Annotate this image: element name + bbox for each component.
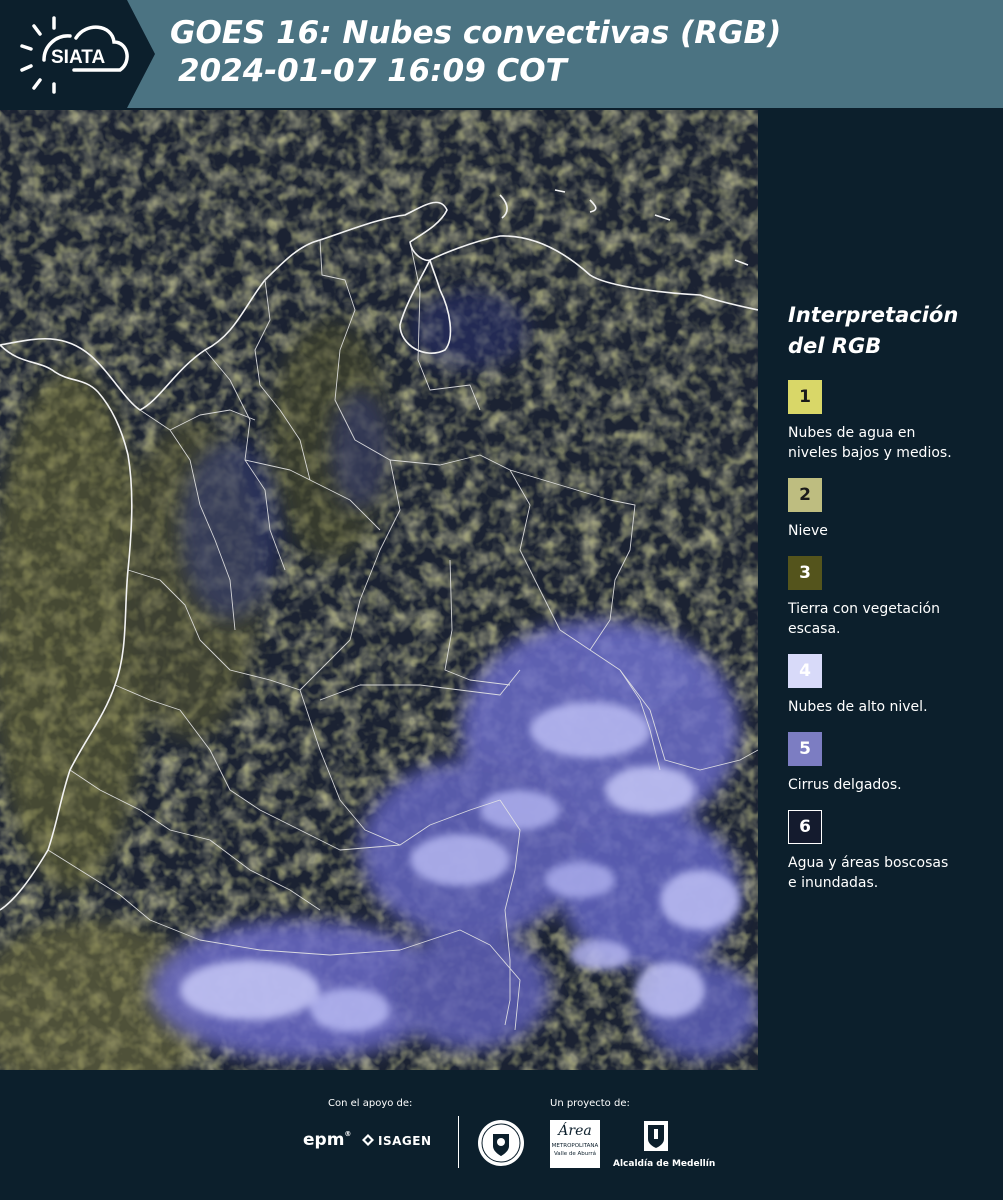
epm-logo-text: epm bbox=[303, 1130, 345, 1150]
legend-label-5-line-1: Cirrus delgados. bbox=[788, 777, 902, 793]
legend-label-3-line-1: Tierra con vegetación bbox=[788, 601, 940, 617]
legend-item-1: 1 Nubes de agua en niveles bajos y medio… bbox=[788, 380, 988, 463]
legend: Interpretación del RGB 1 Nubes de agua e… bbox=[788, 300, 988, 908]
legend-swatch-3: 3 bbox=[788, 556, 822, 590]
legend-number-4: 4 bbox=[799, 661, 811, 681]
legend-label-2-line-1: Nieve bbox=[788, 523, 828, 539]
legend-number-1: 1 bbox=[799, 387, 811, 407]
footer-divider bbox=[458, 1116, 459, 1168]
project-label: Un proyecto de: bbox=[550, 1098, 630, 1109]
legend-swatch-6: 6 bbox=[788, 810, 822, 844]
legend-item-2: 2 Nieve bbox=[788, 478, 988, 541]
siata-logo: SIATA bbox=[20, 16, 129, 94]
legend-swatch-4: 4 bbox=[788, 654, 822, 688]
legend-swatch-1: 1 bbox=[788, 380, 822, 414]
legend-title-line-1: Interpretación bbox=[788, 303, 959, 327]
legend-item-3: 3 Tierra con vegetación escasa. bbox=[788, 556, 988, 639]
legend-label-1-line-2: niveles bajos y medios. bbox=[788, 445, 952, 461]
legend-label-4: Nubes de alto nivel. bbox=[788, 697, 988, 717]
support-label: Con el apoyo de: bbox=[328, 1098, 413, 1109]
area-metropolitana-logo-title: Área bbox=[558, 1123, 592, 1139]
isagen-logo: ISAGEN bbox=[360, 1133, 431, 1148]
legend-swatch-2: 2 bbox=[788, 478, 822, 512]
legend-label-6: Agua y áreas boscosas e inundadas. bbox=[788, 853, 988, 893]
medellin-seal bbox=[478, 1120, 524, 1166]
legend-label-4-line-1: Nubes de alto nivel. bbox=[788, 699, 928, 715]
area-metropolitana-logo: Área METROPOLITANA Valle de Aburrá bbox=[550, 1120, 600, 1168]
legend-swatch-5: 5 bbox=[788, 732, 822, 766]
isagen-logo-text: ISAGEN bbox=[378, 1134, 432, 1148]
legend-label-6-line-1: Agua y áreas boscosas bbox=[788, 855, 949, 871]
page-title: GOES 16: Nubes convectivas (RGB) 2024-01… bbox=[170, 14, 781, 90]
legend-number-5: 5 bbox=[799, 739, 811, 759]
footer: Con el apoyo de: Un proyecto de: epm® IS… bbox=[0, 1070, 1003, 1200]
area-metropolitana-logo-line-2: METROPOLITANA bbox=[551, 1143, 599, 1149]
legend-item-5: 5 Cirrus delgados. bbox=[788, 732, 988, 795]
legend-label-6-line-2: e inundadas. bbox=[788, 875, 879, 891]
legend-title: Interpretación del RGB bbox=[788, 300, 988, 362]
legend-label-1: Nubes de agua en niveles bajos y medios. bbox=[788, 423, 988, 463]
isagen-icon bbox=[362, 1134, 374, 1146]
title-line-2: 2024-01-07 16:09 COT bbox=[178, 53, 567, 89]
title-line-1: GOES 16: Nubes convectivas (RGB) bbox=[170, 15, 782, 51]
alcaldia-shield-icon bbox=[644, 1121, 668, 1151]
area-metropolitana-logo-line-3: Valle de Aburrá bbox=[553, 1151, 597, 1157]
legend-label-5: Cirrus delgados. bbox=[788, 775, 988, 795]
legend-item-6: 6 Agua y áreas boscosas e inundadas. bbox=[788, 810, 988, 893]
epm-logo: epm® bbox=[303, 1130, 352, 1150]
satellite-image bbox=[0, 110, 758, 1070]
legend-number-6: 6 bbox=[799, 817, 811, 837]
siata-logo-text: SIATA bbox=[51, 47, 105, 68]
legend-number-2: 2 bbox=[799, 485, 811, 505]
header-bar: SIATA GOES 16: Nubes convectivas (RGB) 2… bbox=[0, 0, 1003, 108]
satellite-map[interactable] bbox=[0, 110, 758, 1070]
legend-label-3-line-2: escasa. bbox=[788, 621, 841, 637]
legend-label-3: Tierra con vegetación escasa. bbox=[788, 599, 988, 639]
legend-label-2: Nieve bbox=[788, 521, 988, 541]
alcaldia-logo-text: Alcaldía de Medellín bbox=[613, 1159, 716, 1169]
legend-title-line-2: del RGB bbox=[788, 334, 882, 358]
legend-item-4: 4 Nubes de alto nivel. bbox=[788, 654, 988, 717]
legend-number-3: 3 bbox=[799, 563, 811, 583]
legend-label-1-line-1: Nubes de agua en bbox=[788, 425, 916, 441]
